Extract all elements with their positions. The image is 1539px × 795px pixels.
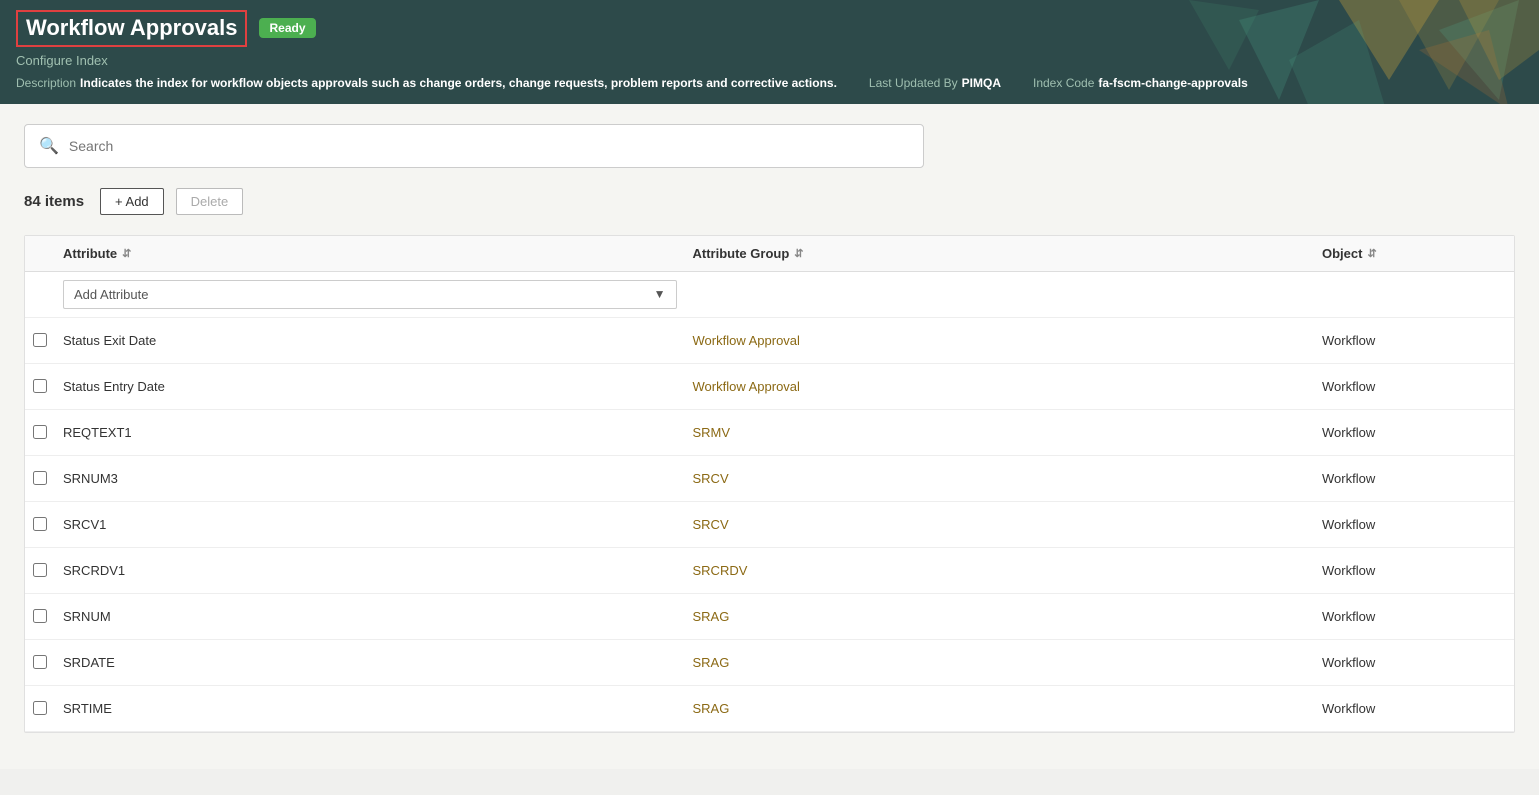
row-checkbox[interactable] bbox=[33, 701, 47, 715]
table-header: Attribute ⇵ Attribute Group ⇵ Object ⇵ bbox=[25, 236, 1514, 272]
description-value: Indicates the index for workflow objects… bbox=[80, 76, 837, 90]
add-attribute-dropdown[interactable]: Add Attribute ▼ bbox=[63, 280, 677, 309]
cell-object: Workflow bbox=[1314, 505, 1514, 544]
last-updated-label: Last Updated By bbox=[869, 76, 958, 90]
add-attribute-row: Add Attribute ▼ bbox=[25, 272, 1514, 318]
cell-object: Workflow bbox=[1314, 321, 1514, 360]
row-checkbox[interactable] bbox=[33, 333, 47, 347]
search-container: 🔍 bbox=[24, 124, 924, 168]
row-checkbox[interactable] bbox=[33, 609, 47, 623]
add-attribute-label: Add Attribute bbox=[74, 287, 148, 302]
cell-attribute: Status Exit Date bbox=[55, 321, 685, 360]
row-checkbox-cell bbox=[25, 379, 55, 393]
table-row: REQTEXT1 SRMV Workflow bbox=[25, 410, 1514, 456]
row-checkbox[interactable] bbox=[33, 379, 47, 393]
header-top: Workflow Approvals Ready bbox=[16, 10, 1523, 47]
delete-button[interactable]: Delete bbox=[176, 188, 244, 215]
cell-attribute-group: Workflow Approval bbox=[685, 321, 1315, 360]
last-updated-value: PIMQA bbox=[962, 76, 1001, 90]
table-row: SRNUM3 SRCV Workflow bbox=[25, 456, 1514, 502]
search-icon: 🔍 bbox=[39, 136, 59, 156]
cell-object: Workflow bbox=[1314, 643, 1514, 682]
cell-attribute: REQTEXT1 bbox=[55, 413, 685, 452]
row-checkbox[interactable] bbox=[33, 655, 47, 669]
row-checkbox-cell bbox=[25, 425, 55, 439]
row-checkbox-cell bbox=[25, 333, 55, 347]
row-checkbox[interactable] bbox=[33, 563, 47, 577]
cell-object: Workflow bbox=[1314, 367, 1514, 406]
add-attr-object-cell bbox=[1314, 280, 1514, 309]
add-button[interactable]: + Add bbox=[100, 188, 164, 215]
th-checkbox bbox=[25, 246, 55, 261]
add-attr-checkbox-cell bbox=[25, 280, 55, 309]
row-checkbox[interactable] bbox=[33, 517, 47, 531]
row-checkbox-cell bbox=[25, 563, 55, 577]
cell-attribute-group: Workflow Approval bbox=[685, 367, 1315, 406]
row-checkbox[interactable] bbox=[33, 425, 47, 439]
add-attr-group-cell bbox=[685, 280, 1315, 309]
index-code-label: Index Code bbox=[1033, 76, 1094, 90]
cell-attribute-group: SRCV bbox=[685, 505, 1315, 544]
data-table: Attribute ⇵ Attribute Group ⇵ Object ⇵ A… bbox=[24, 235, 1515, 733]
table-row: SRCV1 SRCV Workflow bbox=[25, 502, 1514, 548]
status-badge: Ready bbox=[259, 18, 315, 38]
cell-attribute: Status Entry Date bbox=[55, 367, 685, 406]
table-row: Status Exit Date Workflow Approval Workf… bbox=[25, 318, 1514, 364]
index-code-value: fa-fscm-change-approvals bbox=[1098, 76, 1247, 90]
attribute-sort-icon[interactable]: ⇵ bbox=[122, 247, 131, 260]
page-title: Workflow Approvals bbox=[16, 10, 247, 47]
chevron-down-icon: ▼ bbox=[654, 287, 666, 301]
row-checkbox-cell bbox=[25, 517, 55, 531]
toolbar: 84 items + Add Delete bbox=[24, 188, 1515, 215]
cell-attribute-group: SRAG bbox=[685, 643, 1315, 682]
table-row: SRCRDV1 SRCRDV Workflow bbox=[25, 548, 1514, 594]
cell-attribute: SRTIME bbox=[55, 689, 685, 728]
items-count: 84 items bbox=[24, 193, 84, 210]
cell-attribute: SRCRDV1 bbox=[55, 551, 685, 590]
description-label: Description bbox=[16, 76, 76, 90]
cell-object: Workflow bbox=[1314, 689, 1514, 728]
search-input[interactable] bbox=[69, 138, 909, 154]
row-checkbox-cell bbox=[25, 471, 55, 485]
cell-attribute: SRCV1 bbox=[55, 505, 685, 544]
header-description: Description Indicates the index for work… bbox=[16, 76, 1523, 90]
table-row: SRNUM SRAG Workflow bbox=[25, 594, 1514, 640]
table-row: SRTIME SRAG Workflow bbox=[25, 686, 1514, 732]
row-checkbox-cell bbox=[25, 609, 55, 623]
cell-attribute: SRNUM bbox=[55, 597, 685, 636]
attribute-group-sort-icon[interactable]: ⇵ bbox=[794, 247, 803, 260]
table-row: Status Entry Date Workflow Approval Work… bbox=[25, 364, 1514, 410]
row-checkbox[interactable] bbox=[33, 471, 47, 485]
cell-object: Workflow bbox=[1314, 551, 1514, 590]
table-body: Status Exit Date Workflow Approval Workf… bbox=[25, 318, 1514, 732]
cell-attribute-group: SRCV bbox=[685, 459, 1315, 498]
table-row: SRDATE SRAG Workflow bbox=[25, 640, 1514, 686]
object-sort-icon[interactable]: ⇵ bbox=[1367, 247, 1376, 260]
th-attribute: Attribute ⇵ bbox=[55, 246, 685, 261]
cell-attribute-group: SRAG bbox=[685, 689, 1315, 728]
th-object: Object ⇵ bbox=[1314, 246, 1514, 261]
cell-object: Workflow bbox=[1314, 413, 1514, 452]
app-header: Workflow Approvals Ready Configure Index… bbox=[0, 0, 1539, 104]
cell-attribute-group: SRAG bbox=[685, 597, 1315, 636]
th-attribute-group: Attribute Group ⇵ bbox=[685, 246, 1315, 261]
row-checkbox-cell bbox=[25, 655, 55, 669]
cell-attribute-group: SRMV bbox=[685, 413, 1315, 452]
main-content: 🔍 84 items + Add Delete Attribute ⇵ Attr… bbox=[0, 104, 1539, 769]
cell-object: Workflow bbox=[1314, 597, 1514, 636]
configure-index-label: Configure Index bbox=[16, 53, 1523, 68]
cell-attribute: SRDATE bbox=[55, 643, 685, 682]
cell-attribute-group: SRCRDV bbox=[685, 551, 1315, 590]
cell-attribute: SRNUM3 bbox=[55, 459, 685, 498]
cell-object: Workflow bbox=[1314, 459, 1514, 498]
row-checkbox-cell bbox=[25, 701, 55, 715]
